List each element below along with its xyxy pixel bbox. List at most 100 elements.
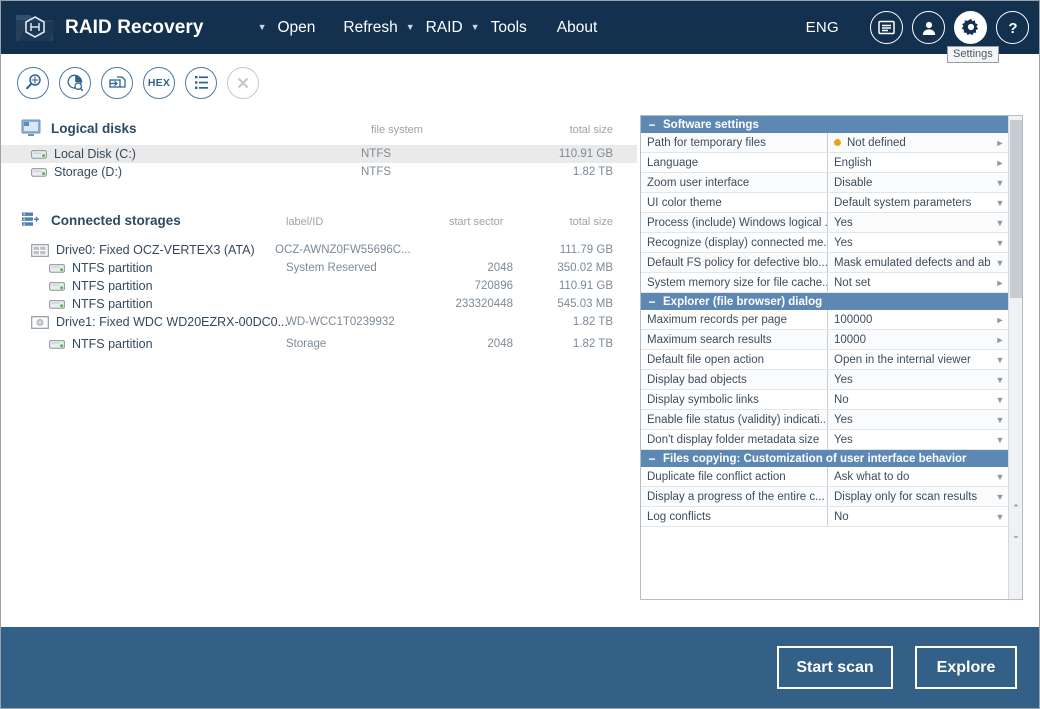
section-header-software-settings[interactable]: − Software settings <box>641 116 1010 133</box>
list-item[interactable]: Local Disk (C:) NTFS 110.91 GB <box>1 145 637 163</box>
start-scan-button[interactable]: Start scan <box>777 646 893 689</box>
partition-total-size: 1.82 TB <box>513 338 613 350</box>
expand-right-icon[interactable]: ► <box>990 133 1010 152</box>
setting-value[interactable]: Ask what to do <box>828 467 990 486</box>
setting-value[interactable]: Yes <box>828 213 990 232</box>
setting-row[interactable]: LanguageEnglish► <box>641 153 1010 173</box>
window-log-icon[interactable] <box>870 11 903 44</box>
expand-right-icon[interactable]: ► <box>990 273 1010 292</box>
expand-right-icon[interactable]: ► <box>990 330 1010 349</box>
setting-row[interactable]: Maximum records per page100000► <box>641 310 1010 330</box>
menu-item-open[interactable]: Open <box>276 19 318 37</box>
section-header-explorer-dialog[interactable]: − Explorer (file browser) dialog <box>641 293 1010 310</box>
setting-key: Language <box>641 153 828 172</box>
settings-scrollbar[interactable]: ⌃ ⌄ <box>1008 116 1022 600</box>
chevron-down-icon[interactable]: ⌄ <box>1009 526 1023 544</box>
setting-row[interactable]: Path for temporary filesNot defined► <box>641 133 1010 153</box>
table-row[interactable]: NTFS partition Storage 2048 1.82 TB <box>1 335 637 353</box>
setting-row[interactable]: Log conflictsNo▼ <box>641 507 1010 527</box>
minus-icon[interactable]: − <box>641 296 663 308</box>
setting-row[interactable]: Display a progress of the entire c...Dis… <box>641 487 1010 507</box>
setting-value[interactable]: Default system parameters <box>828 193 990 212</box>
chevron-up-icon[interactable]: ⌃ <box>1009 499 1023 517</box>
partition-icon <box>49 339 65 350</box>
chevron-down-icon[interactable]: ▼ <box>471 23 480 32</box>
explore-button[interactable]: Explore <box>915 646 1017 689</box>
expand-right-icon[interactable]: ► <box>990 310 1010 329</box>
expand-right-icon[interactable]: ► <box>990 153 1010 172</box>
hex-viewer-icon[interactable]: HEX <box>143 67 175 99</box>
setting-row[interactable]: Default file open actionOpen in the inte… <box>641 350 1010 370</box>
minus-icon[interactable]: − <box>641 453 663 465</box>
setting-value[interactable]: Display only for scan results <box>828 487 990 506</box>
menu-item-about[interactable]: About <box>555 19 600 37</box>
table-row[interactable]: Drive0: Fixed OCZ-VERTEX3 (ATA) OCZ-AWNZ… <box>1 241 637 259</box>
setting-value[interactable]: 10000 <box>828 330 990 349</box>
chevron-down-icon[interactable]: ▼ <box>990 173 1010 192</box>
setting-value[interactable]: Yes <box>828 410 990 429</box>
user-account-icon[interactable] <box>912 11 945 44</box>
setting-value[interactable]: Mask emulated defects and abort <box>828 253 990 272</box>
setting-value[interactable]: Disable <box>828 173 990 192</box>
gear-icon[interactable] <box>954 11 987 44</box>
scan-magnifier-icon[interactable] <box>17 67 49 99</box>
chevron-down-icon[interactable]: ▼ <box>990 350 1010 369</box>
file-copy-icon[interactable] <box>101 67 133 99</box>
storage-name: Drive0: Fixed OCZ-VERTEX3 (ATA) <box>56 243 255 257</box>
help-question-icon[interactable]: ? <box>996 11 1029 44</box>
setting-row[interactable]: Recognize (display) connected me...Yes▼ <box>641 233 1010 253</box>
setting-row[interactable]: UI color themeDefault system parameters▼ <box>641 193 1010 213</box>
chevron-down-icon[interactable]: ▼ <box>406 23 415 32</box>
table-row[interactable]: NTFS partition 720896 110.91 GB <box>1 277 637 295</box>
setting-value[interactable]: Not set <box>828 273 990 292</box>
chevron-down-icon[interactable]: ▼ <box>990 410 1010 429</box>
table-row[interactable]: NTFS partition System Reserved 2048 350.… <box>1 259 637 277</box>
setting-row[interactable]: Enable file status (validity) indicati..… <box>641 410 1010 430</box>
scrollbar-thumb[interactable] <box>1010 120 1022 298</box>
chevron-down-icon[interactable]: ▼ <box>990 193 1010 212</box>
setting-row[interactable]: Default FS policy for defective blo...Ma… <box>641 253 1010 273</box>
setting-value[interactable]: No <box>828 507 990 526</box>
setting-value[interactable]: Open in the internal viewer <box>828 350 990 369</box>
section-title: Software settings <box>663 119 759 131</box>
language-indicator[interactable]: ENG <box>806 19 839 36</box>
setting-row[interactable]: Don't display folder metadata sizeYes▼ <box>641 430 1010 450</box>
list-item[interactable]: Storage (D:) NTFS 1.82 TB <box>1 163 637 181</box>
setting-row[interactable]: Process (include) Windows logical ...Yes… <box>641 213 1010 233</box>
setting-value[interactable]: Not defined <box>828 133 990 152</box>
setting-value[interactable]: 100000 <box>828 310 990 329</box>
setting-key: Don't display folder metadata size <box>641 430 828 449</box>
menu-item-tools[interactable]: Tools <box>489 19 529 37</box>
menu-item-refresh[interactable]: Refresh <box>341 19 399 37</box>
setting-row[interactable]: Maximum search results10000► <box>641 330 1010 350</box>
chevron-down-icon[interactable]: ▼ <box>990 430 1010 449</box>
chevron-down-icon[interactable]: ▼ <box>990 253 1010 272</box>
setting-key: Maximum search results <box>641 330 828 349</box>
chevron-down-icon[interactable]: ▼ <box>990 213 1010 232</box>
setting-row[interactable]: Zoom user interfaceDisable▼ <box>641 173 1010 193</box>
setting-row[interactable]: Display symbolic linksNo▼ <box>641 390 1010 410</box>
setting-row[interactable]: Duplicate file conflict actionAsk what t… <box>641 467 1010 487</box>
chevron-down-icon[interactable]: ▼ <box>990 487 1010 506</box>
setting-value[interactable]: No <box>828 390 990 409</box>
chevron-down-icon[interactable]: ▼ <box>990 390 1010 409</box>
setting-value[interactable]: Yes <box>828 430 990 449</box>
chevron-down-icon[interactable]: ▼ <box>258 23 267 32</box>
partition-label: System Reserved <box>286 262 377 274</box>
setting-value[interactable]: Yes <box>828 370 990 389</box>
disk-analysis-icon[interactable] <box>59 67 91 99</box>
section-header-files-copying[interactable]: − Files copying: Customization of user i… <box>641 450 1010 467</box>
setting-row[interactable]: Display bad objectsYes▼ <box>641 370 1010 390</box>
minus-icon[interactable]: − <box>641 119 663 131</box>
chevron-down-icon[interactable]: ▼ <box>990 233 1010 252</box>
setting-value[interactable]: Yes <box>828 233 990 252</box>
chevron-down-icon[interactable]: ▼ <box>990 507 1010 526</box>
list-view-icon[interactable] <box>185 67 217 99</box>
menu-item-raid[interactable]: RAID <box>424 19 465 37</box>
chevron-down-icon[interactable]: ▼ <box>990 370 1010 389</box>
table-row[interactable]: NTFS partition 233320448 545.03 MB <box>1 295 637 313</box>
setting-value[interactable]: English <box>828 153 990 172</box>
chevron-down-icon[interactable]: ▼ <box>990 467 1010 486</box>
setting-row[interactable]: System memory size for file cache...Not … <box>641 273 1010 293</box>
table-row[interactable]: Drive1: Fixed WDC WD20EZRX-00DC0... WD-W… <box>1 313 637 331</box>
